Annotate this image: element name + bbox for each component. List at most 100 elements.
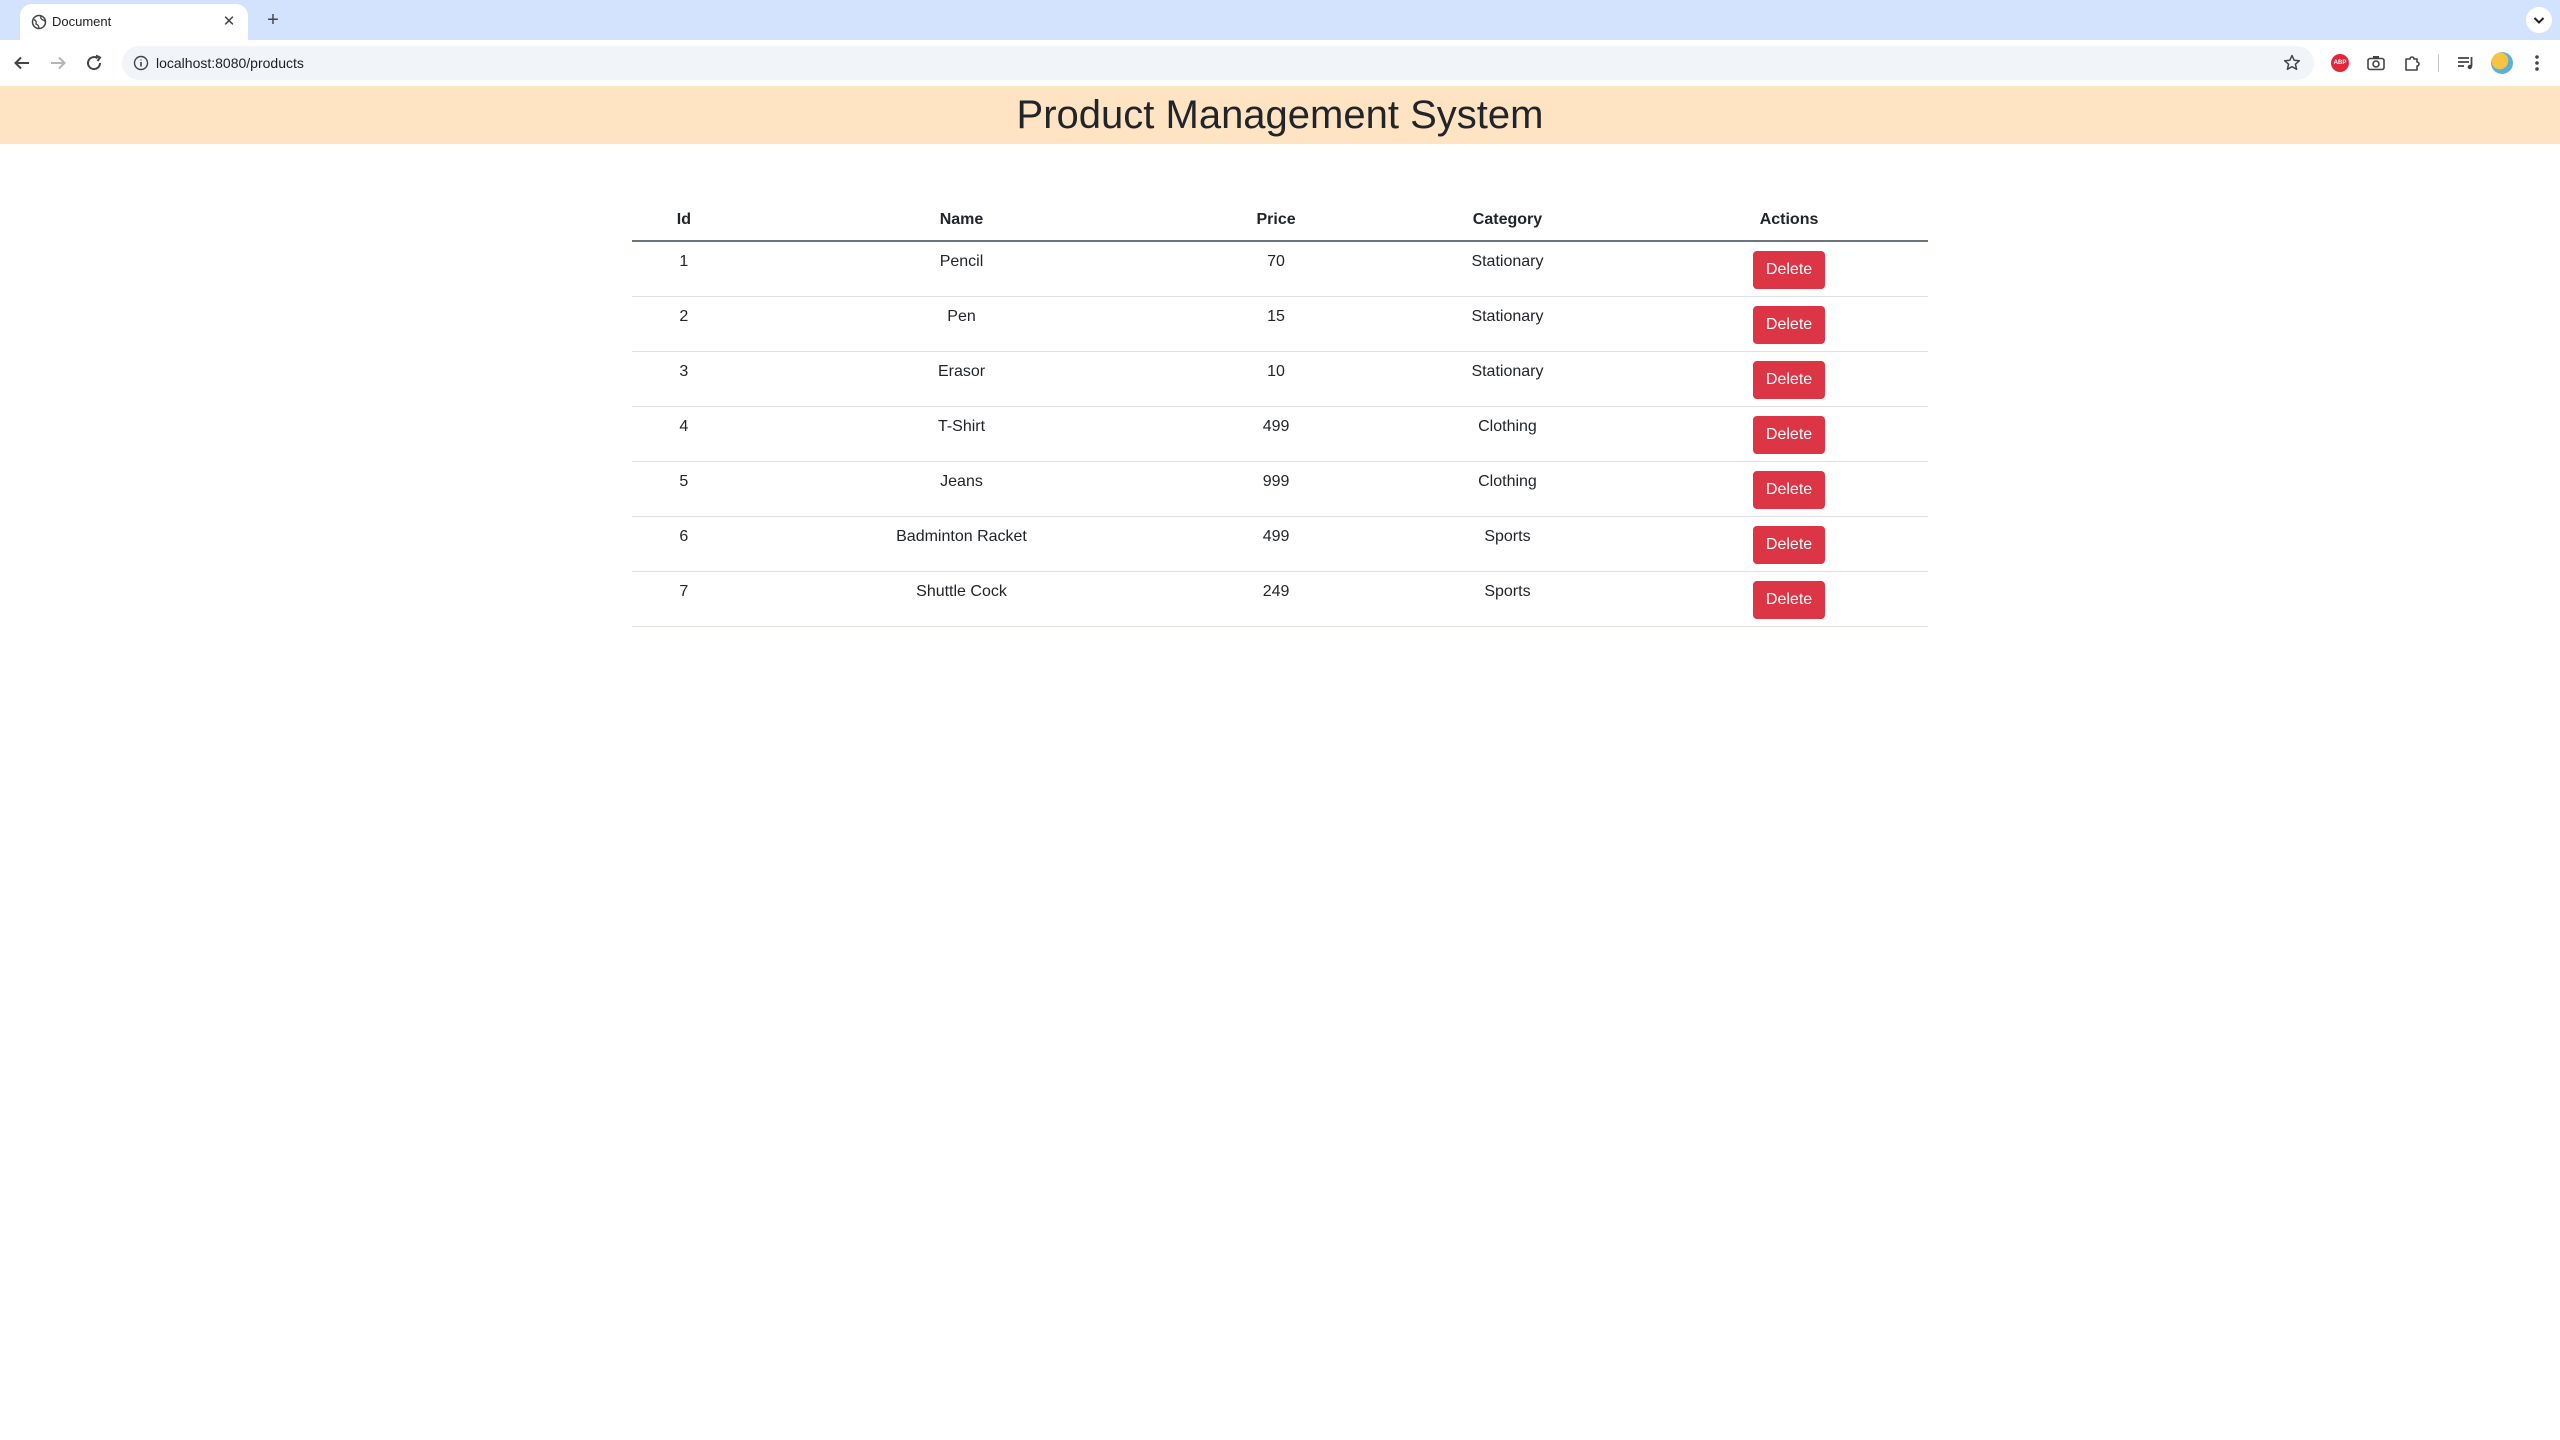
- column-header-category: Category: [1364, 200, 1651, 242]
- cell-name-text: Jeans: [940, 473, 983, 490]
- table-row: 4 T-Shirt 499 Clothing Delete: [632, 406, 1928, 462]
- globe-icon: [31, 14, 47, 30]
- camera-extension-icon[interactable]: [2365, 52, 2387, 74]
- cell-category: Sports: [1364, 571, 1651, 627]
- cell-name: Erasor: [735, 351, 1188, 407]
- cell-price-text: 15: [1267, 308, 1285, 325]
- delete-button[interactable]: Delete: [1752, 306, 1826, 344]
- cell-actions: Delete: [1650, 461, 1928, 517]
- cell-name-text: Badminton Racket: [896, 528, 1027, 545]
- cell-actions: Delete: [1650, 516, 1928, 572]
- cell-price-text: 70: [1267, 253, 1285, 270]
- adblock-badge-icon: ABP: [2331, 54, 2349, 72]
- kebab-menu-icon[interactable]: [2526, 52, 2548, 74]
- cell-name-text: Pencil: [939, 253, 984, 270]
- cell-name: T-Shirt: [735, 406, 1188, 462]
- media-playlist-icon[interactable]: [2455, 52, 2477, 74]
- adblock-extension-icon[interactable]: ABP: [2329, 52, 2351, 74]
- cell-id: 4: [632, 406, 736, 462]
- products-table-container: Id Name Price Category Actions 1 Pencil …: [632, 200, 1928, 627]
- cell-price: 999: [1187, 461, 1365, 517]
- address-url[interactable]: localhost:8080/products: [156, 54, 304, 72]
- back-arrow-icon[interactable]: [10, 51, 34, 75]
- cell-actions: Delete: [1650, 571, 1928, 627]
- column-header-name: Name: [735, 200, 1188, 242]
- page-title: Product Management System: [1016, 93, 1544, 137]
- table-row: 5 Jeans 999 Clothing Delete: [632, 461, 1928, 517]
- cell-id: 1: [632, 241, 736, 297]
- cell-id-text: 7: [679, 583, 689, 600]
- tab-search-button[interactable]: [2526, 7, 2552, 33]
- cell-price: 70: [1187, 241, 1365, 297]
- new-tab-button[interactable]: +: [259, 6, 287, 34]
- delete-button[interactable]: Delete: [1752, 251, 1826, 289]
- cell-actions: Delete: [1650, 406, 1928, 462]
- chevron-down-icon: [2533, 17, 2545, 24]
- address-bar[interactable]: localhost:8080/products: [122, 46, 2314, 80]
- cell-actions: Delete: [1650, 351, 1928, 407]
- page-content: Product Management System Id Name Price …: [0, 86, 2560, 1440]
- cell-category-text: Clothing: [1478, 418, 1537, 435]
- cell-actions: Delete: [1650, 296, 1928, 352]
- profile-avatar[interactable]: [2491, 52, 2513, 74]
- cell-id: 6: [632, 516, 736, 572]
- cell-category-text: Clothing: [1478, 473, 1537, 490]
- tab-close-icon[interactable]: ✕: [218, 11, 240, 33]
- cell-name: Jeans: [735, 461, 1188, 517]
- cell-id-text: 1: [679, 253, 689, 270]
- cell-price-text: 10: [1267, 363, 1285, 380]
- cell-category-text: Stationary: [1471, 308, 1544, 325]
- column-header-actions: Actions: [1650, 200, 1928, 242]
- page-header: Product Management System: [0, 86, 2560, 144]
- reload-icon[interactable]: [82, 51, 106, 75]
- table-row: 3 Erasor 10 Stationary Delete: [632, 351, 1928, 407]
- cell-name: Shuttle Cock: [735, 571, 1188, 627]
- cell-actions: Delete: [1650, 241, 1928, 297]
- browser-tab[interactable]: Document ✕: [20, 4, 248, 40]
- bookmark-star-icon[interactable]: [2282, 53, 2302, 73]
- toolbar-divider: [2438, 54, 2439, 72]
- cell-category: Clothing: [1364, 461, 1651, 517]
- cell-id-text: 3: [679, 363, 689, 380]
- table-row: 7 Shuttle Cock 249 Sports Delete: [632, 571, 1928, 627]
- cell-price-text: 499: [1262, 418, 1290, 435]
- cell-price: 15: [1187, 296, 1365, 352]
- delete-button[interactable]: Delete: [1752, 416, 1826, 454]
- cell-category: Stationary: [1364, 241, 1651, 297]
- cell-price: 499: [1187, 406, 1365, 462]
- cell-category: Stationary: [1364, 351, 1651, 407]
- column-header-id: Id: [632, 200, 736, 242]
- cell-category-text: Stationary: [1471, 363, 1544, 380]
- cell-category-text: Stationary: [1471, 253, 1544, 270]
- table-row: 1 Pencil 70 Stationary Delete: [632, 241, 1928, 297]
- site-info-icon[interactable]: [132, 54, 150, 72]
- cell-price-text: 249: [1262, 583, 1290, 600]
- column-header-price: Price: [1187, 200, 1365, 242]
- extensions-puzzle-icon[interactable]: [2402, 52, 2424, 74]
- cell-id-text: 2: [679, 308, 689, 325]
- cell-name: Pencil: [735, 241, 1188, 297]
- table-row: 2 Pen 15 Stationary Delete: [632, 296, 1928, 352]
- cell-price: 249: [1187, 571, 1365, 627]
- cell-price-text: 999: [1262, 473, 1290, 490]
- cell-name-text: Pen: [947, 308, 976, 325]
- cell-id-text: 6: [679, 528, 689, 545]
- delete-button[interactable]: Delete: [1752, 471, 1826, 509]
- cell-category: Stationary: [1364, 296, 1651, 352]
- browser-toolbar: localhost:8080/products ABP: [0, 40, 2560, 86]
- cell-id: 7: [632, 571, 736, 627]
- cell-name: Badminton Racket: [735, 516, 1188, 572]
- delete-button[interactable]: Delete: [1752, 526, 1826, 564]
- cell-category-text: Sports: [1484, 528, 1531, 545]
- cell-id-text: 5: [679, 473, 689, 490]
- cell-name: Pen: [735, 296, 1188, 352]
- table-row: 6 Badminton Racket 499 Sports Delete: [632, 516, 1928, 572]
- cell-id: 3: [632, 351, 736, 407]
- cell-category: Sports: [1364, 516, 1651, 572]
- forward-arrow-icon[interactable]: [46, 51, 70, 75]
- delete-button[interactable]: Delete: [1752, 361, 1826, 399]
- products-table: Id Name Price Category Actions 1 Pencil …: [632, 200, 1928, 627]
- cell-price: 499: [1187, 516, 1365, 572]
- cell-id-text: 4: [679, 418, 689, 435]
- delete-button[interactable]: Delete: [1752, 581, 1826, 619]
